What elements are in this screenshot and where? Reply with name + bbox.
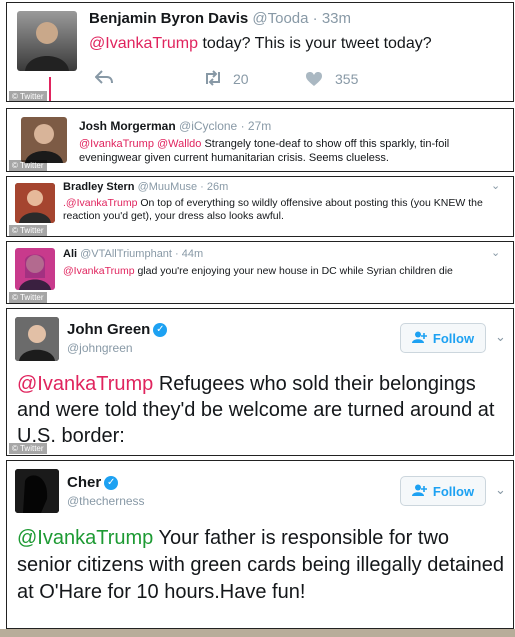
add-user-icon [411, 484, 428, 499]
avatar-image [25, 124, 63, 163]
tweet-header: John Green ✓ [67, 321, 168, 338]
tweet-header: Cher ✓ [67, 474, 119, 491]
follow-label: Follow [432, 483, 475, 499]
avatar-image [15, 183, 55, 223]
tweet-text: .@IvankaTrump On top of everything so wi… [63, 197, 503, 223]
red-marker [49, 77, 51, 101]
retweet-icon[interactable] [203, 70, 223, 91]
user-name[interactable]: Bradley Stern [63, 181, 135, 193]
avatar[interactable] [15, 469, 59, 513]
separator-dot: · [175, 248, 179, 260]
user-name[interactable]: Cher [67, 474, 101, 491]
tweet-card-3: Bradley Stern @MuuMuse · 26m ⌄ .@IvankaT… [6, 176, 514, 237]
separator-dot: · [240, 119, 245, 133]
user-name[interactable]: Ali [63, 248, 77, 260]
tweet-card-4: Ali @VTAllTriumphant · 44m ⌄ @IvankaTrum… [6, 241, 514, 304]
tweet-text: @IvankaTrump Your father is responsible … [17, 525, 507, 606]
tweet-time[interactable]: 33m [322, 10, 351, 27]
mention-link[interactable]: @IvankaTrump [17, 527, 153, 549]
tweet-text: @IvankaTrump glad you're enjoying your n… [63, 264, 503, 278]
separator-dot: · [200, 181, 204, 193]
mention-link[interactable]: @IvankaTrump @Walldo [79, 138, 201, 150]
user-handle[interactable]: @iCyclone [179, 119, 237, 133]
avatar[interactable] [15, 183, 55, 223]
retweet-count: 20 [233, 71, 249, 87]
watermark: © Twitter [9, 91, 47, 101]
chevron-down-icon[interactable]: ⌄ [491, 246, 500, 259]
avatar-image [15, 469, 59, 513]
user-handle[interactable]: @johngreen [67, 341, 133, 355]
tweet-text: @IvankaTrump @Walldo Strangely tone-deaf… [79, 137, 499, 165]
user-name[interactable]: Benjamin Byron Davis [89, 10, 248, 27]
user-handle[interactable]: @VTAllTriumphant [80, 248, 172, 260]
tweet-header: Bradley Stern @MuuMuse · 26m [63, 181, 228, 193]
tweet-time[interactable]: 26m [207, 181, 228, 193]
follow-button[interactable]: Follow [400, 476, 486, 506]
tweet-header: Ali @VTAllTriumphant · 44m [63, 248, 203, 260]
separator-dot: · [312, 10, 318, 27]
watermark: © Twitter [9, 160, 47, 171]
watermark: © Twitter [9, 225, 47, 236]
avatar[interactable] [15, 317, 59, 361]
user-name[interactable]: John Green [67, 321, 150, 338]
reply-icon[interactable] [94, 69, 113, 90]
tweet-handle-row: @johngreen [67, 341, 133, 355]
tweet-body: glad you're enjoying your new house in D… [134, 265, 453, 277]
tweet-header: Benjamin Byron Davis @Tooda · 33m [89, 10, 351, 27]
bottom-border [0, 629, 515, 637]
avatar[interactable] [17, 11, 77, 71]
verified-badge-icon: ✓ [104, 476, 119, 491]
tweet-time[interactable]: 27m [248, 119, 271, 133]
tweet-text: @IvankaTrump today? This is your tweet t… [89, 35, 499, 53]
avatar-image [15, 317, 59, 361]
chevron-down-icon[interactable]: ⌄ [495, 329, 506, 345]
chevron-down-icon[interactable]: ⌄ [495, 482, 506, 498]
tweet-header: Josh Morgerman @iCyclone · 27m [79, 119, 271, 133]
verified-badge-icon: ✓ [153, 323, 168, 338]
mention-link[interactable]: @IvankaTrump [17, 373, 153, 395]
add-user-icon [411, 331, 428, 346]
watermark: © Twitter [9, 292, 47, 303]
watermark: © Twitter [9, 443, 47, 454]
tweet-body: today? This is your tweet today? [198, 35, 432, 52]
tweet-card-2: Josh Morgerman @iCyclone · 27m @IvankaTr… [6, 108, 514, 172]
avatar-image [25, 22, 69, 71]
follow-label: Follow [432, 330, 475, 346]
like-count: 355 [335, 71, 359, 87]
avatar[interactable] [15, 248, 55, 290]
mention-link[interactable]: @IvankaTrump [89, 35, 198, 52]
user-name[interactable]: Josh Morgerman [79, 119, 176, 133]
mention-link[interactable]: .@IvankaTrump [63, 197, 137, 209]
chevron-down-icon[interactable]: ⌄ [491, 179, 500, 192]
avatar[interactable] [21, 117, 67, 163]
tweet-card-1: Benjamin Byron Davis @Tooda · 33m @Ivank… [6, 2, 514, 102]
tweet-card-6: Cher ✓ @thecherness Follow ⌄ @IvankaTrump… [6, 460, 514, 629]
tweet-card-5: John Green ✓ @johngreen Follow ⌄ @IvankaT… [6, 308, 514, 456]
avatar-image [19, 254, 51, 290]
mention-link[interactable]: @IvankaTrump [63, 265, 135, 277]
tweet-text: @IvankaTrump Refugees who sold their bel… [17, 371, 502, 449]
user-handle[interactable]: @Tooda [252, 10, 308, 27]
user-handle[interactable]: @thecherness [67, 494, 145, 508]
follow-button[interactable]: Follow [400, 323, 486, 353]
user-handle[interactable]: @MuuMuse [138, 181, 197, 193]
like-icon[interactable] [305, 71, 323, 92]
tweet-time[interactable]: 44m [182, 248, 203, 260]
tweet-handle-row: @thecherness [67, 494, 145, 508]
